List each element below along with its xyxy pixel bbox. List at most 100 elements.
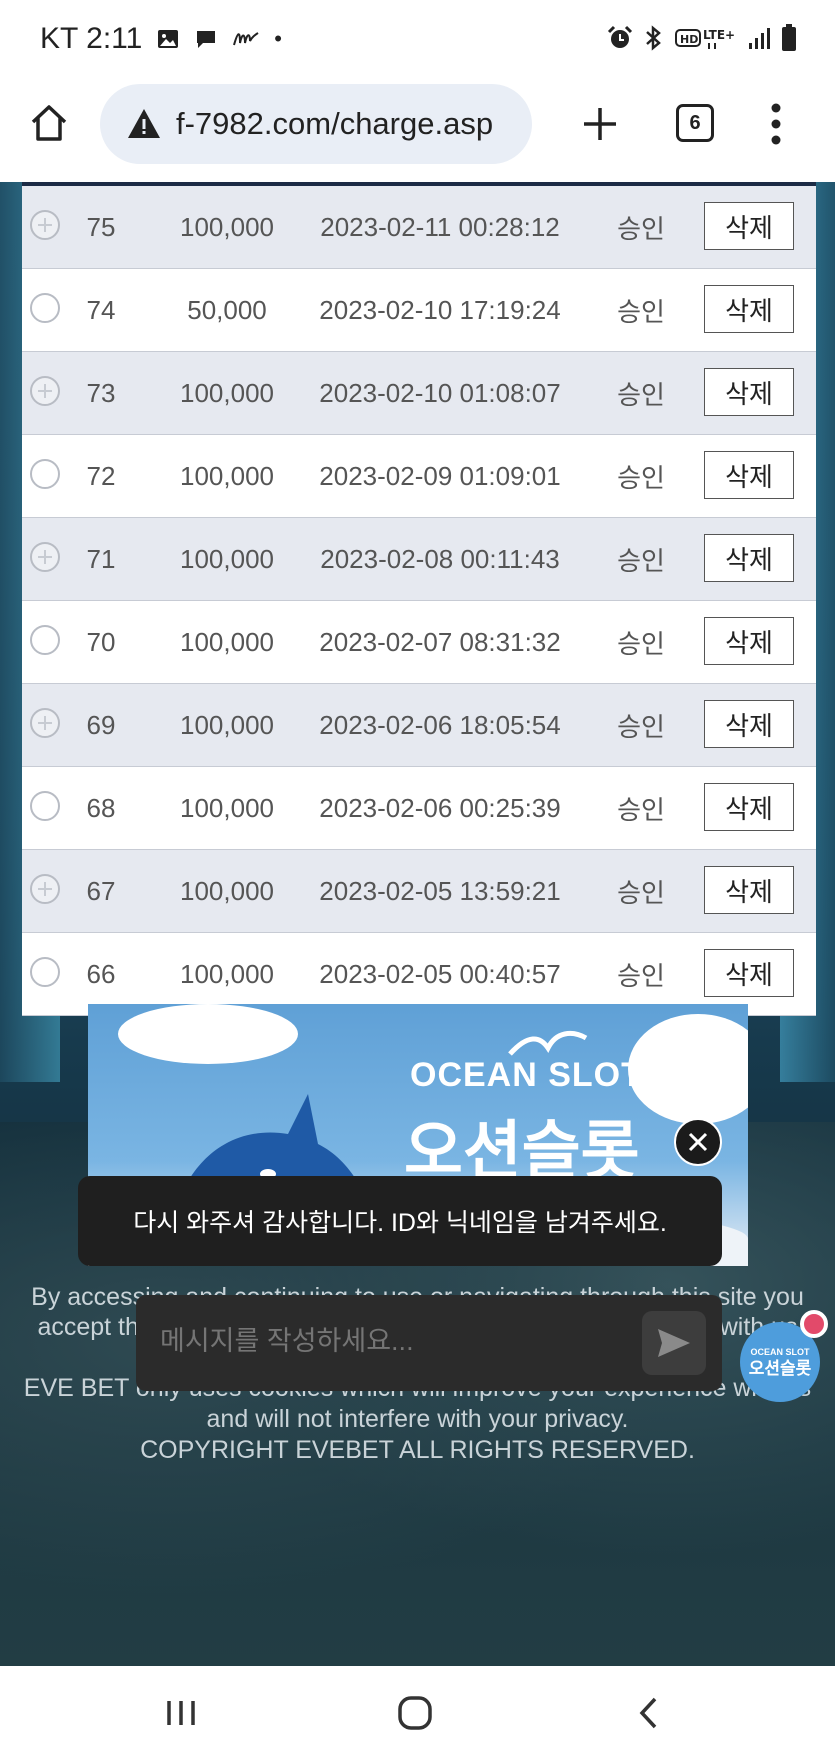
table-row: 70 100,000 2023-02-07 08:31:32 승인 삭제 — [22, 601, 816, 684]
chat-message-input[interactable] — [158, 1325, 632, 1358]
status-badge: 승인 — [617, 296, 665, 327]
bluetooth-icon — [646, 25, 661, 51]
status-bar: KT 2:11 • HD LTE+ — [0, 0, 835, 78]
charge-date: 2023-02-06 18:05:54 — [319, 709, 561, 740]
chat-input-box — [136, 1295, 722, 1391]
page-content: 75 100,000 2023-02-11 00:28:12 승인 삭제 74 50,000… — [0, 182, 835, 1666]
row-number: 66 — [86, 958, 116, 989]
cell-signal-icon — [749, 28, 770, 49]
message-notification-icon — [197, 31, 216, 48]
charge-date: 2023-02-05 13:59:21 — [319, 875, 561, 906]
delete-button[interactable]: 삭제 — [704, 866, 794, 914]
charge-date: 2023-02-05 00:40:57 — [319, 958, 561, 989]
row-select-checkbox[interactable] — [30, 874, 60, 904]
status-badge: 승인 — [617, 794, 665, 825]
close-chat-button[interactable] — [674, 1118, 722, 1166]
home-circle-icon — [398, 1696, 432, 1730]
url-text[interactable]: f-7982.com/charge.asp — [176, 106, 493, 142]
svg-text:HD: HD — [680, 33, 698, 46]
row-select-checkbox[interactable] — [30, 791, 60, 821]
signature-notification-icon — [233, 32, 259, 46]
more-notifications-dot: • — [274, 26, 282, 51]
hd-lte-signal-icon: HD LTE+ — [675, 28, 735, 49]
battery-icon — [782, 24, 796, 51]
charge-amount: 100,000 — [180, 460, 274, 491]
charge-date: 2023-02-06 00:25:39 — [319, 792, 561, 823]
charge-amount: 100,000 — [180, 377, 274, 408]
delete-button[interactable]: 삭제 — [704, 451, 794, 499]
row-number: 74 — [86, 294, 116, 325]
banner-title-en: OCEAN SLOT — [410, 1056, 643, 1094]
charge-date: 2023-02-11 00:28:12 — [320, 211, 560, 242]
recent-apps-icon — [167, 1701, 195, 1725]
row-number: 72 — [86, 460, 116, 491]
charge-amount: 100,000 — [180, 543, 274, 574]
address-bar[interactable]: f-7982.com/charge.asp — [100, 84, 532, 164]
row-number: 67 — [86, 875, 116, 906]
row-number: 68 — [86, 792, 116, 823]
table-row: 69 100,000 2023-02-06 18:05:54 승인 삭제 — [22, 684, 816, 767]
delete-button[interactable]: 삭제 — [704, 617, 794, 665]
warning-icon[interactable] — [126, 106, 162, 142]
row-select-checkbox[interactable] — [30, 459, 60, 489]
tab-switcher-button[interactable]: 6 — [676, 104, 714, 142]
table-row: 72 100,000 2023-02-09 01:09:01 승인 삭제 — [22, 435, 816, 518]
status-badge: 승인 — [617, 711, 665, 742]
charge-amount: 100,000 — [180, 875, 274, 906]
row-number: 71 — [86, 543, 116, 574]
charge-amount: 100,000 — [180, 211, 274, 242]
delete-button[interactable]: 삭제 — [704, 285, 794, 333]
row-select-checkbox[interactable] — [30, 376, 60, 406]
charge-amount: 100,000 — [180, 709, 274, 740]
svg-text:LTE+: LTE+ — [703, 28, 735, 42]
row-select-checkbox[interactable] — [30, 957, 60, 987]
charge-history-table: 75 100,000 2023-02-11 00:28:12 승인 삭제 74 50,000… — [22, 182, 816, 1016]
home-nav-button[interactable] — [390, 1688, 440, 1738]
charge-amount: 100,000 — [180, 958, 274, 989]
browser-toolbar: f-7982.com/charge.asp 6 — [0, 78, 835, 182]
table-row: 67 100,000 2023-02-05 13:59:21 승인 삭제 — [22, 850, 816, 933]
status-badge: 승인 — [617, 877, 665, 908]
charge-date: 2023-02-07 08:31:32 — [319, 626, 561, 657]
fab-label-en: OCEAN SLOT — [750, 1347, 810, 1357]
row-select-checkbox[interactable] — [30, 542, 60, 572]
row-number: 73 — [86, 377, 116, 408]
delete-button[interactable]: 삭제 — [704, 783, 794, 831]
footer-line-4: and will not interfere with your privacy… — [206, 1405, 629, 1433]
row-number: 75 — [86, 211, 116, 242]
home-icon[interactable] — [28, 102, 70, 144]
more-menu-icon[interactable] — [770, 102, 782, 146]
send-icon — [658, 1329, 690, 1357]
alarm-icon — [607, 25, 633, 48]
row-select-checkbox[interactable] — [30, 625, 60, 655]
recent-apps-button[interactable] — [156, 1688, 206, 1738]
row-number: 70 — [86, 626, 116, 657]
notification-badge — [800, 1310, 828, 1338]
status-badge: 승인 — [617, 628, 665, 659]
delete-button[interactable]: 삭제 — [704, 700, 794, 748]
close-icon — [688, 1132, 708, 1152]
table-row: 73 100,000 2023-02-10 01:08:07 승인 삭제 — [22, 352, 816, 435]
new-tab-icon[interactable] — [578, 102, 622, 146]
image-notification-icon — [158, 30, 179, 48]
row-number: 69 — [86, 709, 116, 740]
delete-button[interactable]: 삭제 — [704, 368, 794, 416]
row-select-checkbox[interactable] — [30, 210, 60, 240]
charge-amount: 50,000 — [187, 294, 267, 325]
fab-label-ko: 오션슬롯 — [748, 1359, 812, 1378]
back-button[interactable] — [624, 1688, 674, 1738]
row-select-checkbox[interactable] — [30, 293, 60, 323]
delete-button[interactable]: 삭제 — [704, 949, 794, 997]
charge-date: 2023-02-08 00:11:43 — [320, 543, 560, 574]
footer-copyright: COPYRIGHT EVEBET ALL RIGHTS RESERVED. — [140, 1436, 695, 1464]
row-select-checkbox[interactable] — [30, 708, 60, 738]
delete-button[interactable]: 삭제 — [704, 534, 794, 582]
charge-amount: 100,000 — [180, 626, 274, 657]
delete-button[interactable]: 삭제 — [704, 202, 794, 250]
chat-welcome-text: 다시 와주셔 감사합니다. ID와 닉네임을 남겨주세요. — [133, 1209, 667, 1237]
chat-welcome-message: 다시 와주셔 감사합니다. ID와 닉네임을 남겨주세요. — [78, 1176, 722, 1266]
status-badge: 승인 — [617, 960, 665, 991]
send-button[interactable] — [642, 1311, 706, 1375]
charge-amount: 100,000 — [180, 792, 274, 823]
charge-date: 2023-02-09 01:09:01 — [319, 460, 561, 491]
